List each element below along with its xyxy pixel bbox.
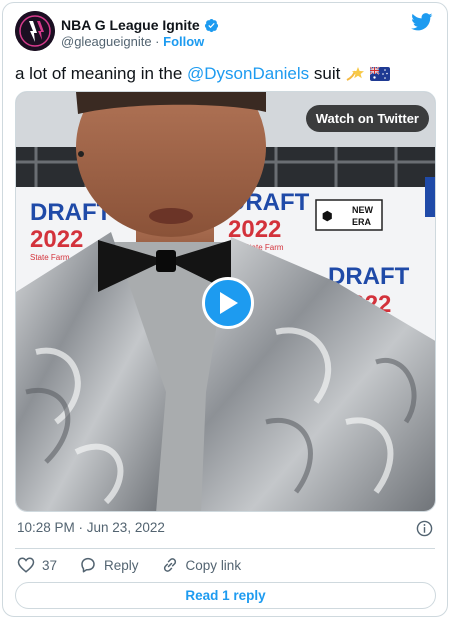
australia-flag-emoji-icon	[370, 66, 391, 81]
tweet-text-before: a lot of meaning in the	[15, 64, 183, 83]
backdrop-year-2: 2022	[228, 216, 281, 243]
backdrop-sponsor-1: State Farm	[30, 253, 70, 262]
twitter-bird-icon[interactable]	[411, 13, 433, 31]
author-name[interactable]: NBA G League Ignite	[61, 17, 219, 33]
follow-button[interactable]: Follow	[163, 34, 204, 49]
author-name-text[interactable]: NBA G League Ignite	[61, 17, 200, 33]
speech-bubble-icon	[81, 557, 95, 573]
reply-button[interactable]: Reply	[79, 556, 139, 574]
mention-link[interactable]: @DysonDaniels	[187, 63, 309, 85]
copy-link-button[interactable]: Copy link	[161, 556, 242, 574]
like-count: 37	[42, 557, 58, 573]
backdrop-year-1: 2022	[30, 226, 83, 253]
ignite-logo-icon	[15, 11, 55, 51]
tweet-text: a lot of meaning in the @DysonDaniels su…	[15, 63, 391, 85]
avatar[interactable]	[15, 11, 55, 51]
handle-separator: ·	[155, 34, 160, 49]
handle-row: @gleagueignite · Follow	[61, 34, 204, 49]
play-button[interactable]	[202, 277, 254, 329]
play-icon	[220, 292, 238, 314]
reply-label: Reply	[104, 557, 139, 573]
author-handle[interactable]: @gleagueignite	[61, 34, 152, 49]
verified-badge-icon	[204, 18, 218, 32]
tweet-timestamp[interactable]: 10:28 PM · Jun 23, 2022	[17, 520, 165, 535]
backdrop-new: NEW	[352, 205, 374, 215]
divider	[15, 548, 435, 549]
svg-text:⬢: ⬢	[322, 209, 332, 223]
heart-icon	[17, 557, 35, 573]
info-icon[interactable]	[416, 520, 433, 537]
dizzy-star-emoji-icon	[346, 67, 365, 81]
link-icon	[163, 558, 176, 572]
action-bar: 37 Reply Copy link	[17, 556, 263, 574]
video-media[interactable]: DRAFT 2022 State Farm DRAFT 2022 State F…	[15, 91, 436, 512]
backdrop-era: ERA	[352, 217, 372, 227]
tweet-text-after: suit	[313, 64, 341, 83]
tweet-card: NBA G League Ignite @gleagueignite · Fol…	[2, 2, 448, 617]
like-button[interactable]: 37	[17, 556, 57, 574]
watch-on-twitter-button[interactable]: Watch on Twitter	[305, 105, 429, 132]
copy-link-label: Copy link	[185, 557, 242, 573]
read-replies-button[interactable]: Read 1 reply	[15, 582, 436, 609]
